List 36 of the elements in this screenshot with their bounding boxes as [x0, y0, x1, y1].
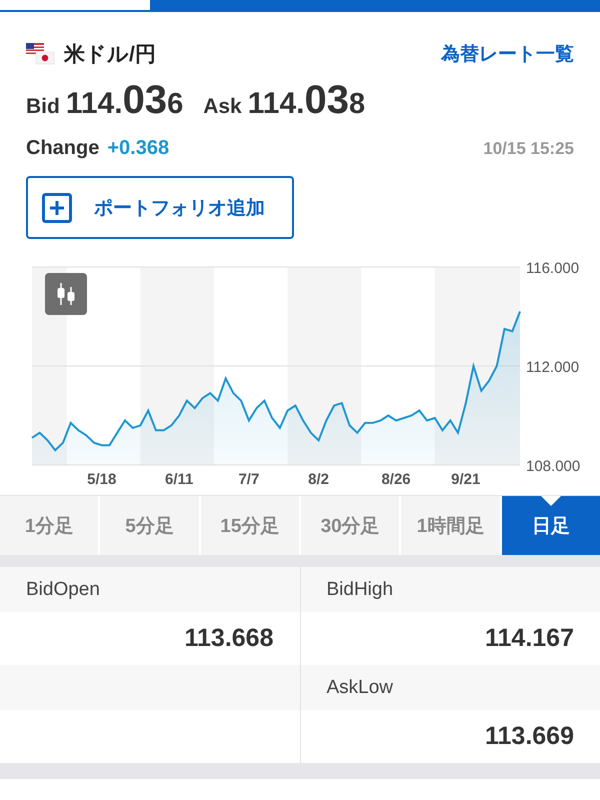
x-axis-label: 8/26 [381, 471, 411, 488]
stat-value: 114.167 [485, 624, 574, 653]
interval-tab[interactable]: 15分足 [198, 496, 299, 555]
currency-pair: 米ドル/円 [64, 42, 156, 68]
interval-tab[interactable]: 1分足 [0, 496, 98, 555]
quote-label: Bid [26, 95, 60, 119]
stat-value: 113.669 [485, 722, 574, 751]
x-axis-label: 5/18 [87, 471, 116, 488]
stat-value: 113.668 [184, 624, 274, 653]
interval-tab[interactable]: 1時間足 [399, 496, 500, 555]
stat-label: AskLow [326, 676, 394, 698]
interval-tab[interactable]: 日足 [500, 496, 600, 555]
quote-price: 114.038 [248, 78, 366, 123]
plus-icon [42, 192, 72, 222]
interval-tab[interactable]: 5分足 [98, 496, 199, 555]
quote-label: Ask [203, 95, 242, 119]
x-axis-label: 8/2 [308, 471, 330, 488]
change-label: Change [26, 137, 100, 159]
x-axis-label: 7/7 [238, 471, 260, 488]
rate-list-link[interactable]: 為替レート一覧 [441, 41, 574, 67]
y-axis-label: 108.000 [526, 458, 580, 475]
flag-icon [26, 43, 56, 65]
add-portfolio-button[interactable]: ポートフォリオ追加 [26, 176, 294, 239]
interval-tab[interactable]: 30分足 [298, 496, 400, 555]
candlestick-icon [55, 282, 77, 306]
change-value: +0.368 [107, 137, 170, 159]
timestamp: 10/15 15:25 [483, 138, 574, 158]
y-axis-label: 112.000 [526, 359, 580, 376]
stat-label: BidHigh [326, 578, 394, 600]
candlestick-button[interactable] [45, 273, 87, 315]
quote-price: 114.036 [66, 78, 184, 123]
y-axis-label: 116.000 [526, 260, 580, 277]
x-axis-label: 6/11 [164, 471, 194, 488]
x-axis-label: 9/21 [451, 471, 480, 488]
stat-label: BidOpen [26, 578, 100, 600]
notch-icon [540, 496, 561, 506]
